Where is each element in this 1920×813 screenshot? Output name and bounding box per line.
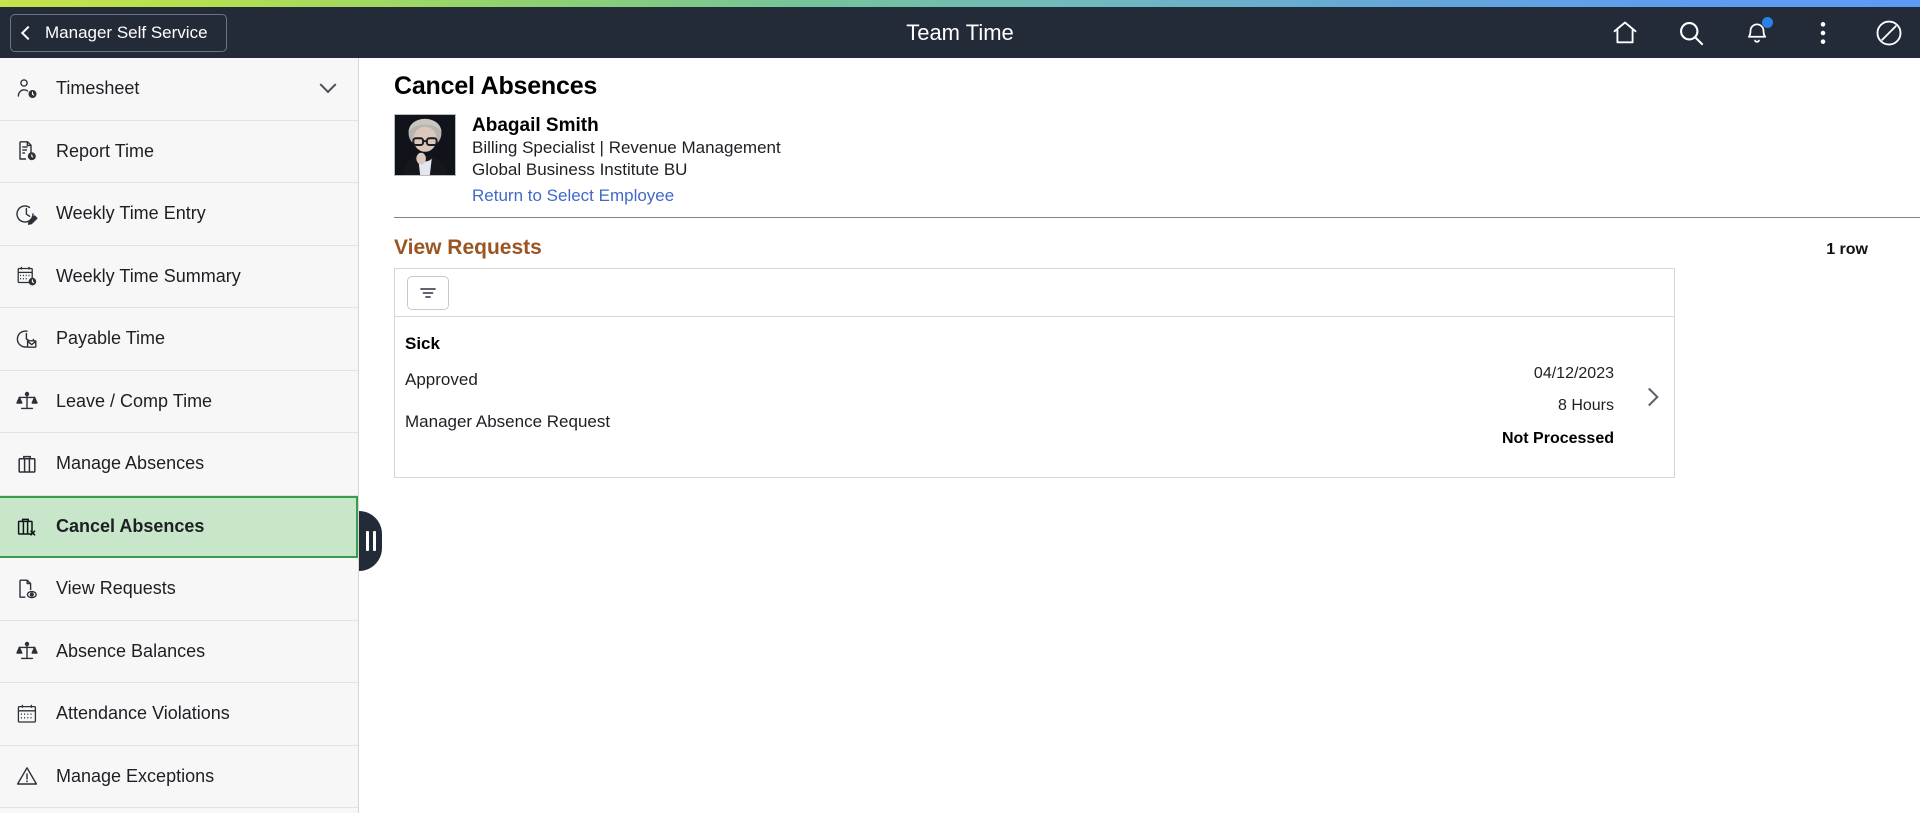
sidebar-item-label: Report Time: [56, 140, 155, 161]
chevron-down-icon[interactable]: [319, 76, 337, 93]
sidebar-item-label: Payable Time: [56, 328, 166, 349]
search-icon[interactable]: [1676, 18, 1706, 48]
sidebar-item-view-requests[interactable]: View Requests: [0, 558, 358, 621]
sidebar-item-label: Manage Exceptions: [56, 765, 215, 786]
section-divider: [394, 217, 1920, 218]
navigation-sidebar: Timesheet Report Time Weekly Time Entry: [0, 58, 359, 813]
sidebar-item-report-time[interactable]: Report Time: [0, 120, 358, 183]
notifications-icon[interactable]: [1742, 16, 1773, 48]
chevron-left-icon: [20, 25, 36, 40]
row-secondary-details: 04/12/2023 8 Hours Not Processed: [1274, 329, 1674, 477]
filter-button[interactable]: [407, 275, 449, 310]
sidebar-item-cancel-absences[interactable]: Cancel Absences: [0, 495, 358, 558]
sidebar-item-leave-comp-time[interactable]: Leave / Comp Time: [0, 370, 358, 433]
sidebar-item-weekly-time-entry[interactable]: Weekly Time Entry: [0, 183, 358, 246]
table-row[interactable]: Sick Approved Manager Absence Request 04…: [395, 317, 1674, 477]
back-to-manager-self-service-button[interactable]: Manager Self Service: [10, 13, 227, 52]
sidebar-item-weekly-time-summary[interactable]: Weekly Time Summary: [0, 245, 358, 308]
navbar-icon[interactable]: [1874, 18, 1904, 48]
notification-badge-dot: [1762, 16, 1773, 28]
header-icon-group: [1610, 16, 1904, 48]
sidebar-item-label: Timesheet: [56, 78, 140, 99]
employee-name: Abagail Smith: [472, 115, 599, 136]
briefcase-icon: [14, 451, 40, 477]
section-title: View Requests: [394, 236, 542, 259]
calendar-clock-icon: [14, 263, 40, 289]
scales-icon: [14, 638, 40, 664]
section-header: View Requests 1 row: [394, 236, 1920, 260]
sidebar-item-label: Absence Balances: [56, 640, 206, 661]
sidebar-item-label: View Requests: [56, 578, 176, 599]
main-content: Cancel Absences Abagail Smith Billing Sp…: [360, 58, 1920, 813]
document-eye-icon: [14, 576, 40, 602]
avatar: [394, 114, 456, 176]
absence-date: 04/12/2023: [1533, 365, 1614, 382]
absence-status: Approved: [405, 370, 478, 389]
sidebar-item-absence-balances[interactable]: Absence Balances: [0, 620, 358, 683]
sidebar-item-timesheet[interactable]: Timesheet: [0, 58, 358, 121]
briefcase-cancel-icon: [14, 514, 40, 540]
warning-triangle-icon: [14, 763, 40, 789]
sidebar-item-payable-time[interactable]: Payable Time: [0, 308, 358, 371]
sidebar-item-label: Manage Absences: [56, 453, 205, 474]
employee-details: Abagail Smith Billing Specialist | Reven…: [472, 114, 781, 206]
document-clock-icon: [14, 138, 40, 164]
back-button-label: Manager Self Service: [45, 22, 208, 42]
sidebar-item-label: Attendance Violations: [56, 703, 230, 724]
sidebar-item-attendance-violations[interactable]: Attendance Violations: [0, 683, 358, 746]
grid-toolbar: [395, 269, 1674, 317]
sidebar-item-label: Weekly Time Summary: [56, 265, 241, 286]
requests-grid: Sick Approved Manager Absence Request 04…: [394, 268, 1675, 478]
handle-bar-icon: [365, 531, 369, 551]
calendar-icon: [14, 701, 40, 727]
clock-edit-icon: [14, 201, 40, 227]
employee-summary: Abagail Smith Billing Specialist | Reven…: [394, 114, 1920, 206]
sidebar-item-label: Weekly Time Entry: [56, 203, 206, 224]
home-icon[interactable]: [1610, 18, 1640, 48]
absence-name: Sick: [405, 334, 440, 353]
return-to-select-employee-link[interactable]: Return to Select Employee: [472, 186, 674, 206]
employee-business-unit: Global Business Institute BU: [472, 160, 688, 179]
sidebar-item-label: Leave / Comp Time: [56, 390, 213, 411]
absence-process-status: Not Processed: [1501, 430, 1614, 447]
sidebar-item-manage-exceptions[interactable]: Manage Exceptions: [0, 745, 358, 808]
page-title: Cancel Absences: [394, 72, 598, 100]
row-primary-details: Sick Approved Manager Absence Request: [405, 329, 1274, 477]
row-count-label: 1 row: [1826, 241, 1868, 258]
person-clock-icon: [14, 76, 40, 102]
app-header: Manager Self Service Team Time: [0, 7, 1920, 58]
handle-bar-icon: [372, 531, 376, 551]
scales-icon: [14, 388, 40, 414]
sidebar-item-label: Cancel Absences: [56, 516, 205, 537]
actions-menu-icon[interactable]: [1808, 18, 1838, 48]
brand-gradient-strip: [0, 0, 1920, 7]
clock-payment-icon: [14, 326, 40, 352]
request-source: Manager Absence Request: [405, 412, 611, 431]
sidebar-item-manage-absences[interactable]: Manage Absences: [0, 433, 358, 496]
absence-duration: 8 Hours: [1557, 397, 1614, 414]
employee-job-title: Billing Specialist | Revenue Management: [472, 138, 781, 157]
